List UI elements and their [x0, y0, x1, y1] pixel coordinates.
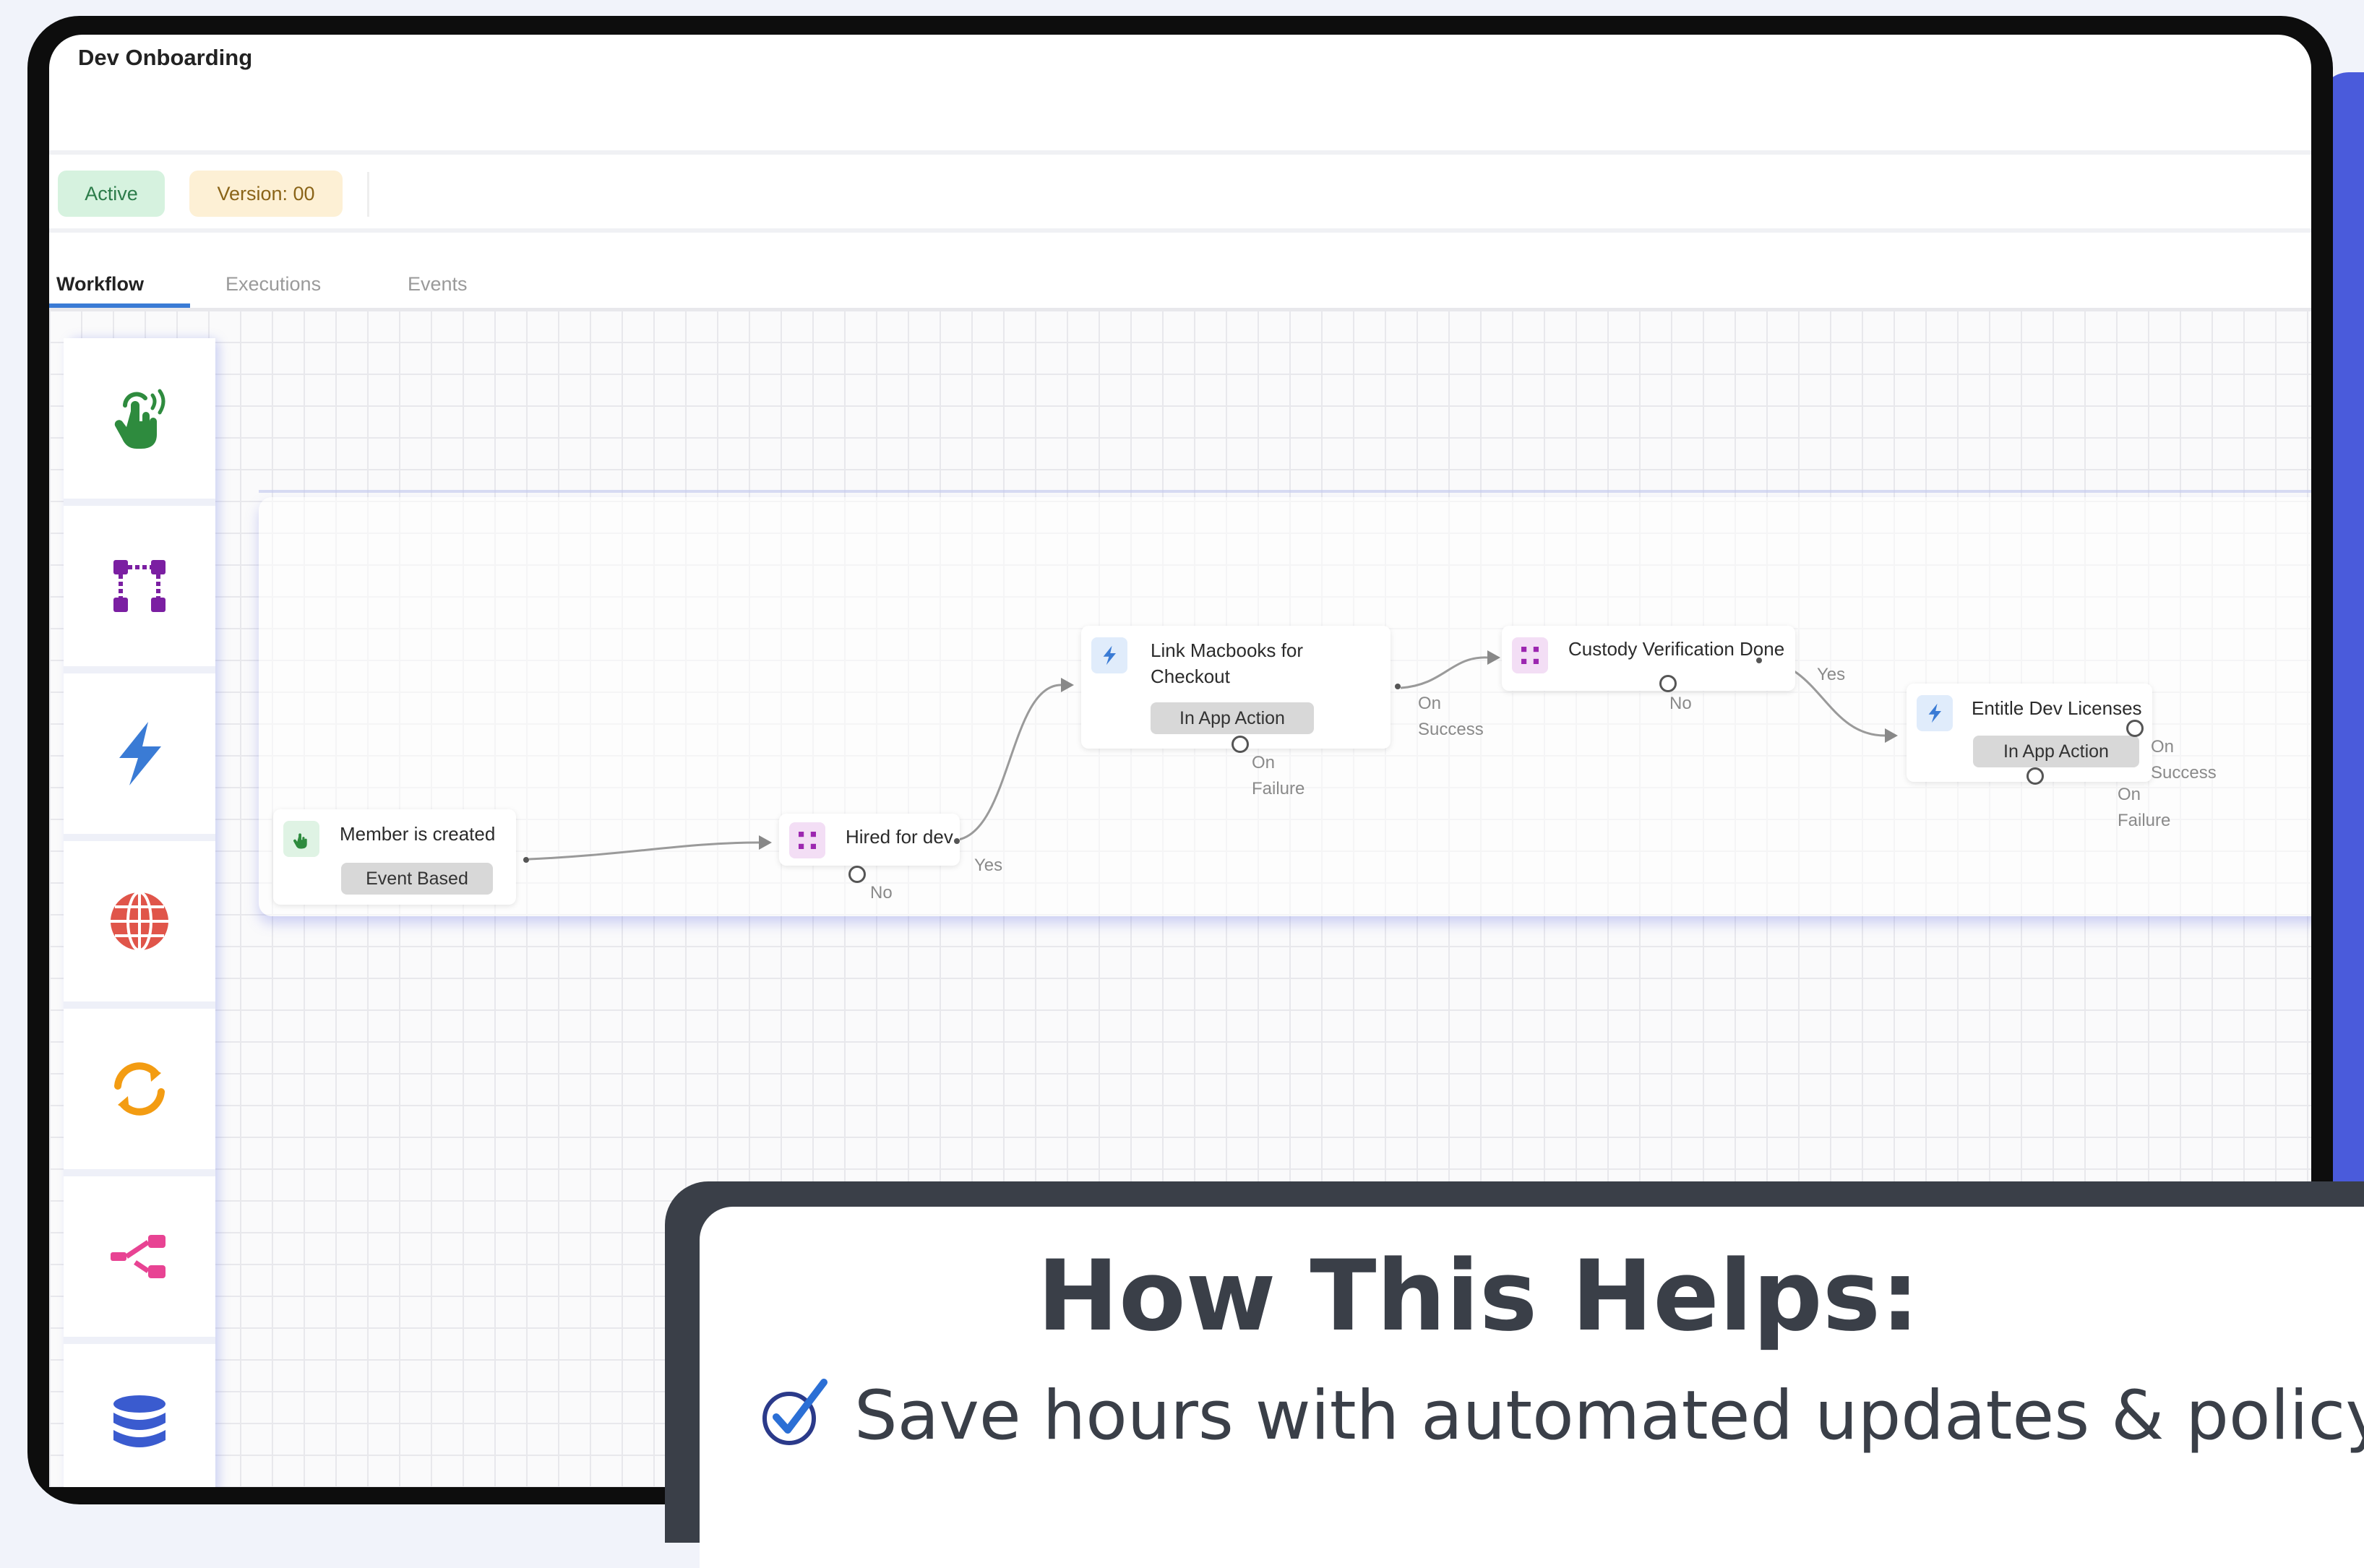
- help-title: How This Helps:: [1037, 1239, 1920, 1353]
- help-bullet-text: Save hours with automated updates & poli…: [854, 1377, 2364, 1455]
- trigger-node[interactable]: Member is created Event Based: [273, 809, 516, 905]
- edge-label-on: On: [1252, 753, 1276, 772]
- edge-label-on: On: [2151, 737, 2175, 757]
- port-dot: [1395, 684, 1401, 689]
- condition-title-custody: Custody Verification Done: [1568, 638, 1785, 660]
- port-success-licenses[interactable]: [2126, 720, 2144, 737]
- database-icon: [113, 1395, 166, 1447]
- trigger-type-badge: Event Based: [341, 863, 493, 895]
- action2-title: Entitle Dev Licenses: [1972, 697, 2142, 719]
- checkmark-icon: [762, 1379, 828, 1445]
- port-failure-macbooks[interactable]: [1232, 736, 1249, 753]
- edge-label-failure: Failure: [2118, 811, 2171, 830]
- edge-label-yes: Yes: [974, 856, 1003, 875]
- action-type-badge: In App Action: [1151, 702, 1314, 734]
- edge-label-on: On: [2118, 785, 2141, 804]
- palette-database[interactable]: [64, 1344, 215, 1487]
- port-failure-licenses[interactable]: [2026, 767, 2044, 785]
- lightning-icon: [1091, 637, 1127, 673]
- branch-grid-icon: [1512, 637, 1548, 673]
- edge-label-yes: Yes: [1817, 665, 1846, 684]
- port-dot: [1756, 658, 1762, 663]
- action-node-link-macbooks[interactable]: Link Macbooks for Checkout In App Action: [1081, 626, 1391, 749]
- condition-node-custody[interactable]: Custody Verification Done: [1502, 626, 1795, 691]
- edge-label-failure: Failure: [1252, 779, 1305, 798]
- port-dot: [523, 857, 529, 863]
- port-no-hired[interactable]: [848, 866, 866, 883]
- port-dot: [954, 838, 960, 844]
- edge-label-success: Success: [1418, 720, 1484, 739]
- condition-title-hired: Hired for dev: [846, 826, 953, 848]
- condition-node-hired[interactable]: Hired for dev: [779, 814, 960, 866]
- action-node-entitle-licenses[interactable]: Entitle Dev Licenses In App Action: [1907, 684, 2152, 782]
- edge-label-no: No: [1669, 694, 1692, 713]
- lightning-icon: [1917, 695, 1953, 731]
- edge-label-on: On: [1418, 694, 1442, 713]
- hand-tap-icon: [283, 821, 319, 857]
- port-no-custody[interactable]: [1659, 675, 1677, 692]
- trigger-title: Member is created: [340, 823, 496, 845]
- edge-label-no: No: [870, 883, 893, 903]
- action-title-line2: Checkout: [1151, 665, 1230, 687]
- branch-grid-icon: [789, 822, 825, 858]
- edge-label-success: Success: [2151, 763, 2217, 783]
- action-title-line1: Link Macbooks for: [1151, 639, 1303, 661]
- action2-type-badge: In App Action: [1973, 736, 2139, 767]
